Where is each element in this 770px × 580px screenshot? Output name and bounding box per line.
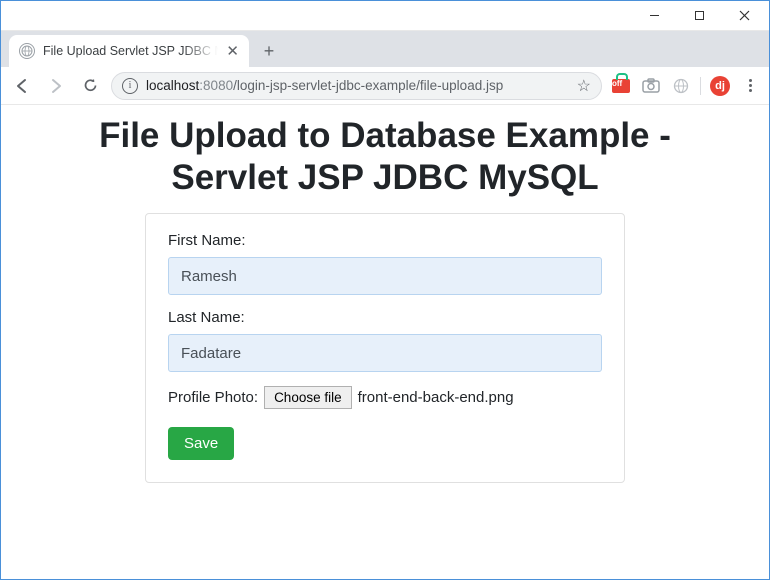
globe-icon (19, 43, 35, 59)
camera-icon[interactable] (638, 73, 664, 99)
browser-toolbar: i localhost:8080/login-jsp-servlet-jdbc-… (1, 67, 769, 105)
choose-file-button[interactable]: Choose file (264, 386, 352, 409)
first-name-input[interactable] (168, 257, 602, 295)
browser-menu-button[interactable] (737, 79, 763, 92)
url-port: :8080 (199, 78, 233, 93)
form-card: First Name: Last Name: Profile Photo: Ch… (145, 213, 625, 483)
url-path: /login-jsp-servlet-jdbc-example/file-upl… (233, 78, 503, 93)
avatar-initial: dj (710, 76, 730, 96)
save-button[interactable]: Save (168, 427, 234, 460)
extension-globe-icon[interactable] (668, 73, 694, 99)
address-bar[interactable]: i localhost:8080/login-jsp-servlet-jdbc-… (111, 72, 602, 100)
forward-button[interactable] (41, 71, 71, 101)
window-maximize-button[interactable] (677, 2, 722, 30)
window-close-button[interactable] (722, 2, 767, 30)
last-name-label: Last Name: (168, 309, 602, 326)
tab-close-button[interactable]: ✕ (226, 42, 239, 60)
page-content: File Upload to Database Example - Servle… (1, 105, 769, 579)
last-name-input[interactable] (168, 334, 602, 372)
toolbar-separator (700, 77, 701, 95)
url-text: localhost:8080/login-jsp-servlet-jdbc-ex… (146, 78, 569, 93)
url-host: localhost (146, 78, 199, 93)
first-name-row: First Name: (168, 232, 602, 295)
chosen-file-name: front-end-back-end.png (358, 389, 514, 406)
window-titlebar (1, 1, 769, 31)
tab-title: File Upload Servlet JSP JDBC MySQL (43, 44, 218, 58)
site-info-icon[interactable]: i (122, 78, 138, 94)
profile-avatar[interactable]: dj (707, 73, 733, 99)
first-name-label: First Name: (168, 232, 602, 249)
window-minimize-button[interactable] (632, 2, 677, 30)
reload-button[interactable] (75, 71, 105, 101)
profile-photo-row: Profile Photo: Choose file front-end-bac… (168, 386, 602, 409)
extension-off-icon[interactable]: off (608, 73, 634, 99)
tab-strip: File Upload Servlet JSP JDBC MySQL ✕ + (1, 31, 769, 67)
browser-tab[interactable]: File Upload Servlet JSP JDBC MySQL ✕ (9, 35, 249, 67)
new-tab-button[interactable]: + (255, 37, 283, 65)
profile-photo-label: Profile Photo: (168, 389, 258, 406)
bookmark-star-icon[interactable]: ☆ (577, 76, 591, 96)
page-title: File Upload to Database Example - Servle… (85, 115, 685, 199)
extension-off-badge: off (612, 79, 630, 93)
last-name-row: Last Name: (168, 309, 602, 372)
back-button[interactable] (7, 71, 37, 101)
